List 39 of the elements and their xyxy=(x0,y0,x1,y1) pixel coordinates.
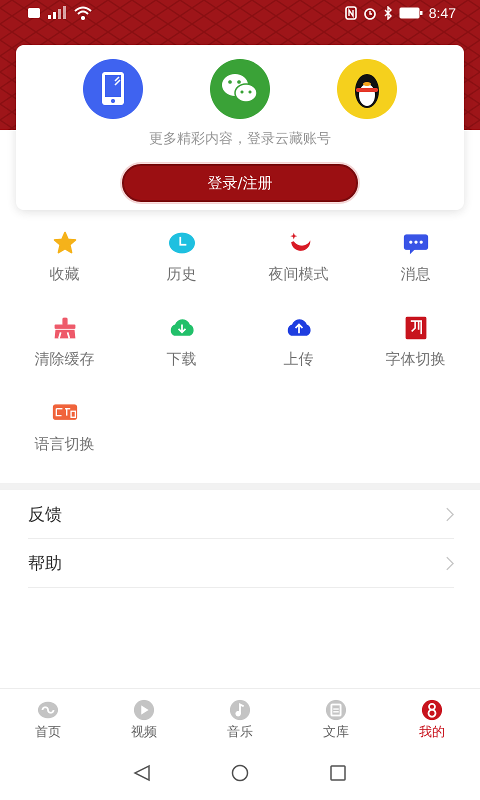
phone-icon[interactable] xyxy=(83,59,143,119)
feature-label[interactable]: 夜间模式 xyxy=(268,265,328,284)
feature-label[interactable]: 上传 xyxy=(284,350,314,369)
star-icon[interactable] xyxy=(52,230,78,256)
feature-label[interactable]: 历史 xyxy=(166,265,196,284)
nfc-icon xyxy=(344,6,357,20)
feature-label[interactable]: 下载 xyxy=(166,350,196,369)
signal-icon xyxy=(28,6,68,20)
font-icon[interactable] xyxy=(402,315,428,341)
broom-icon[interactable] xyxy=(52,315,78,341)
feature-label[interactable]: 语言切换 xyxy=(34,435,94,454)
home-icon[interactable] xyxy=(231,764,249,782)
tab[interactable]: 视频 xyxy=(96,697,192,743)
menu-item[interactable]: 反馈 xyxy=(28,502,62,526)
tab[interactable]: 首页 xyxy=(0,697,96,743)
penguin-icon[interactable] xyxy=(337,59,397,119)
status-time: 8:47 xyxy=(428,5,456,21)
battery-icon xyxy=(398,7,423,19)
music-note-icon xyxy=(229,699,251,721)
person-icon xyxy=(421,699,443,721)
tab[interactable]: 文库 xyxy=(288,697,384,743)
feature-label[interactable]: 清除缓存 xyxy=(34,350,94,369)
recents-icon[interactable] xyxy=(329,764,347,782)
bluetooth-icon xyxy=(382,6,393,20)
feature-label[interactable]: 收藏 xyxy=(50,265,80,284)
feature-label[interactable]: 消息 xyxy=(400,265,430,284)
chat-bubbles-icon[interactable] xyxy=(210,59,270,119)
menu-item[interactable]: 帮助 xyxy=(28,552,62,574)
tab[interactable]: 音乐 xyxy=(192,697,288,743)
login-prompt: 更多精彩内容，登录云藏账号 xyxy=(149,130,331,148)
cloud-swirl-icon xyxy=(37,699,59,721)
document-icon xyxy=(325,699,347,721)
login-button[interactable]: 登录/注册 xyxy=(122,164,358,202)
wifi-icon xyxy=(74,6,92,20)
feature-label[interactable]: 字体切换 xyxy=(386,350,446,369)
alarm-icon xyxy=(362,6,377,20)
back-icon[interactable] xyxy=(133,764,151,782)
tab[interactable]: 我的 xyxy=(384,697,480,743)
play-icon xyxy=(133,699,155,721)
